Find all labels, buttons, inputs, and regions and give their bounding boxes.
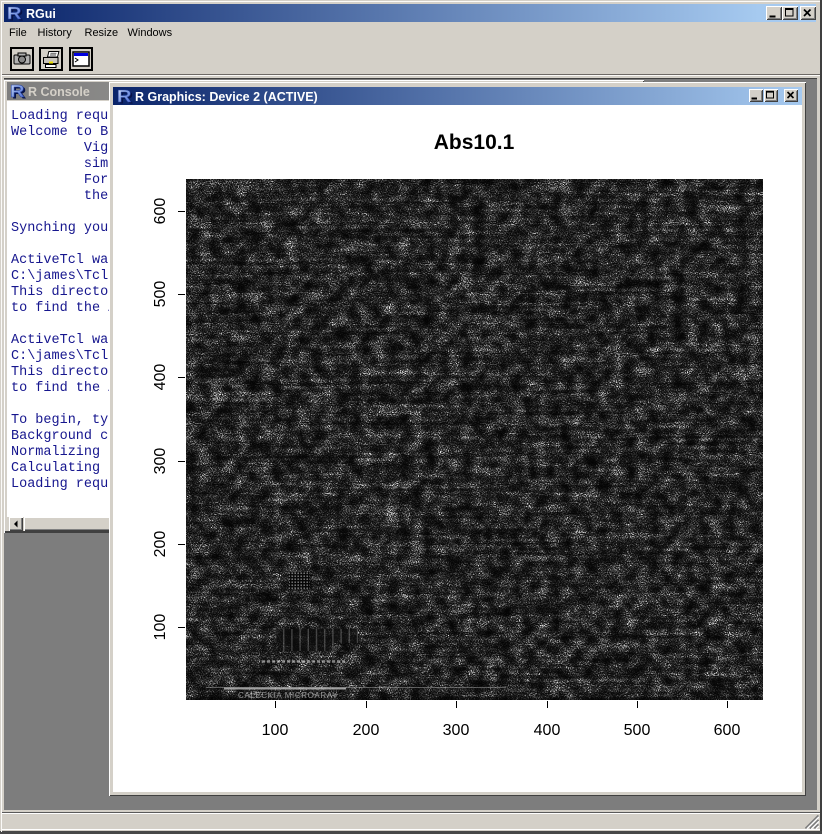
svg-text:R: R [117,87,132,105]
svg-text:R: R [7,4,22,22]
svg-text:R: R [10,82,25,100]
svg-text:CALECKIA MICROARAY: CALECKIA MICROARAY [238,691,338,700]
